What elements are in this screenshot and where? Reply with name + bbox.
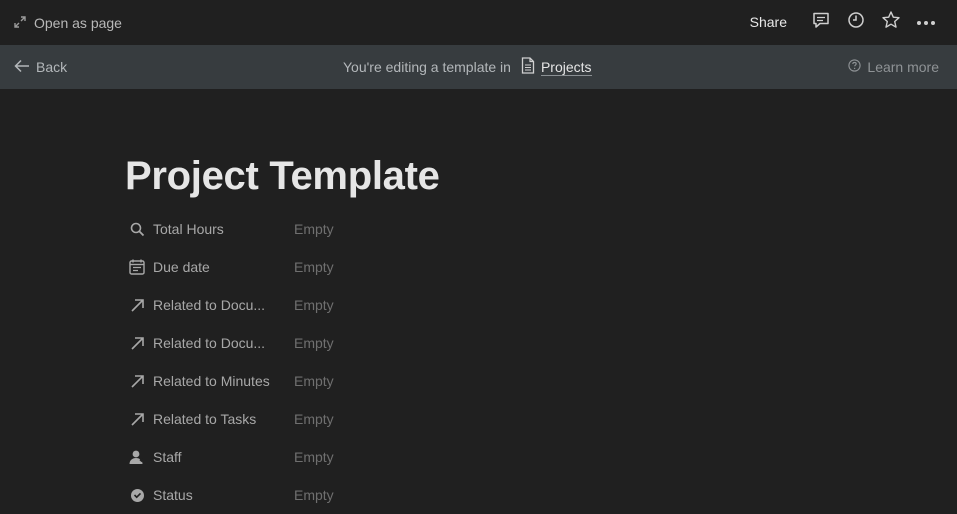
top-bar: Open as page Share	[0, 0, 957, 45]
database-link[interactable]: Projects	[521, 57, 592, 77]
person-icon	[129, 449, 145, 465]
page-title[interactable]: Project Template	[125, 154, 440, 199]
more-icon	[916, 13, 936, 31]
arrow-left-icon	[14, 59, 30, 76]
page-icon	[521, 57, 535, 77]
property-row: Total Hours Empty	[125, 210, 625, 248]
property-row: Related to Docu... Empty	[125, 286, 625, 324]
clock-icon	[847, 11, 865, 34]
property-name-staff[interactable]: Staff	[125, 438, 294, 476]
property-name-total-hours[interactable]: Total Hours	[125, 210, 294, 248]
property-name-due-date[interactable]: Due date	[125, 248, 294, 286]
favorite-button[interactable]	[873, 9, 908, 35]
search-icon	[129, 221, 145, 237]
properties-list: Total Hours Empty Due date Empty Related…	[125, 210, 625, 514]
help-icon	[848, 59, 862, 75]
property-value[interactable]: Empty	[294, 400, 334, 438]
property-value[interactable]: Empty	[294, 438, 334, 476]
editing-template-text: You're editing a template in	[343, 59, 511, 75]
property-row: Due date Empty	[125, 248, 625, 286]
property-label: Related to Docu...	[153, 335, 266, 351]
property-value[interactable]: Empty	[294, 248, 334, 286]
calendar-icon	[129, 259, 145, 275]
more-button[interactable]	[908, 9, 943, 35]
property-value[interactable]: Empty	[294, 286, 334, 324]
learn-more-label: Learn more	[867, 59, 939, 75]
comment-icon	[812, 11, 830, 34]
property-label: Related to Docu...	[153, 297, 266, 313]
property-value[interactable]: Empty	[294, 476, 334, 514]
relation-arrow-icon	[129, 411, 145, 427]
property-value[interactable]: Empty	[294, 324, 334, 362]
updates-button[interactable]	[838, 9, 873, 35]
property-label: Related to Minutes	[153, 373, 270, 389]
back-label: Back	[36, 59, 68, 75]
property-row: Related to Docu... Empty	[125, 324, 625, 362]
status-icon	[129, 487, 145, 503]
property-name-related-documents-2[interactable]: Related to Docu...	[125, 324, 294, 362]
database-name: Projects	[540, 58, 592, 76]
back-button[interactable]: Back	[14, 57, 67, 77]
property-label: Status	[153, 487, 193, 503]
relation-arrow-icon	[129, 335, 145, 351]
banner-message: You're editing a template in Projects	[343, 57, 592, 77]
comment-button[interactable]	[803, 9, 838, 35]
top-actions: Share	[750, 9, 943, 35]
property-row: Related to Minutes Empty	[125, 362, 625, 400]
property-name-related-tasks[interactable]: Related to Tasks	[125, 400, 294, 438]
property-name-related-documents-1[interactable]: Related to Docu...	[125, 286, 294, 324]
property-name-status[interactable]: Status	[125, 476, 294, 514]
learn-more-link[interactable]: Learn more	[848, 57, 939, 77]
property-label: Total Hours	[153, 221, 224, 237]
property-value[interactable]: Empty	[294, 210, 334, 248]
property-label: Due date	[153, 259, 210, 275]
relation-arrow-icon	[129, 297, 145, 313]
property-row: Related to Tasks Empty	[125, 400, 625, 438]
open-as-page-label: Open as page	[34, 15, 122, 31]
property-value[interactable]: Empty	[294, 362, 334, 400]
relation-arrow-icon	[129, 373, 145, 389]
property-label: Staff	[153, 449, 182, 465]
expand-icon	[14, 15, 26, 31]
property-label: Related to Tasks	[153, 411, 257, 427]
property-row: Status Empty	[125, 476, 625, 514]
open-as-page-button[interactable]: Open as page	[14, 12, 122, 34]
share-button[interactable]: Share	[750, 14, 787, 30]
property-row: Staff Empty	[125, 438, 625, 476]
star-icon	[881, 10, 901, 35]
template-editing-banner: Back You're editing a template in Projec…	[0, 45, 957, 89]
property-name-related-minutes[interactable]: Related to Minutes	[125, 362, 294, 400]
